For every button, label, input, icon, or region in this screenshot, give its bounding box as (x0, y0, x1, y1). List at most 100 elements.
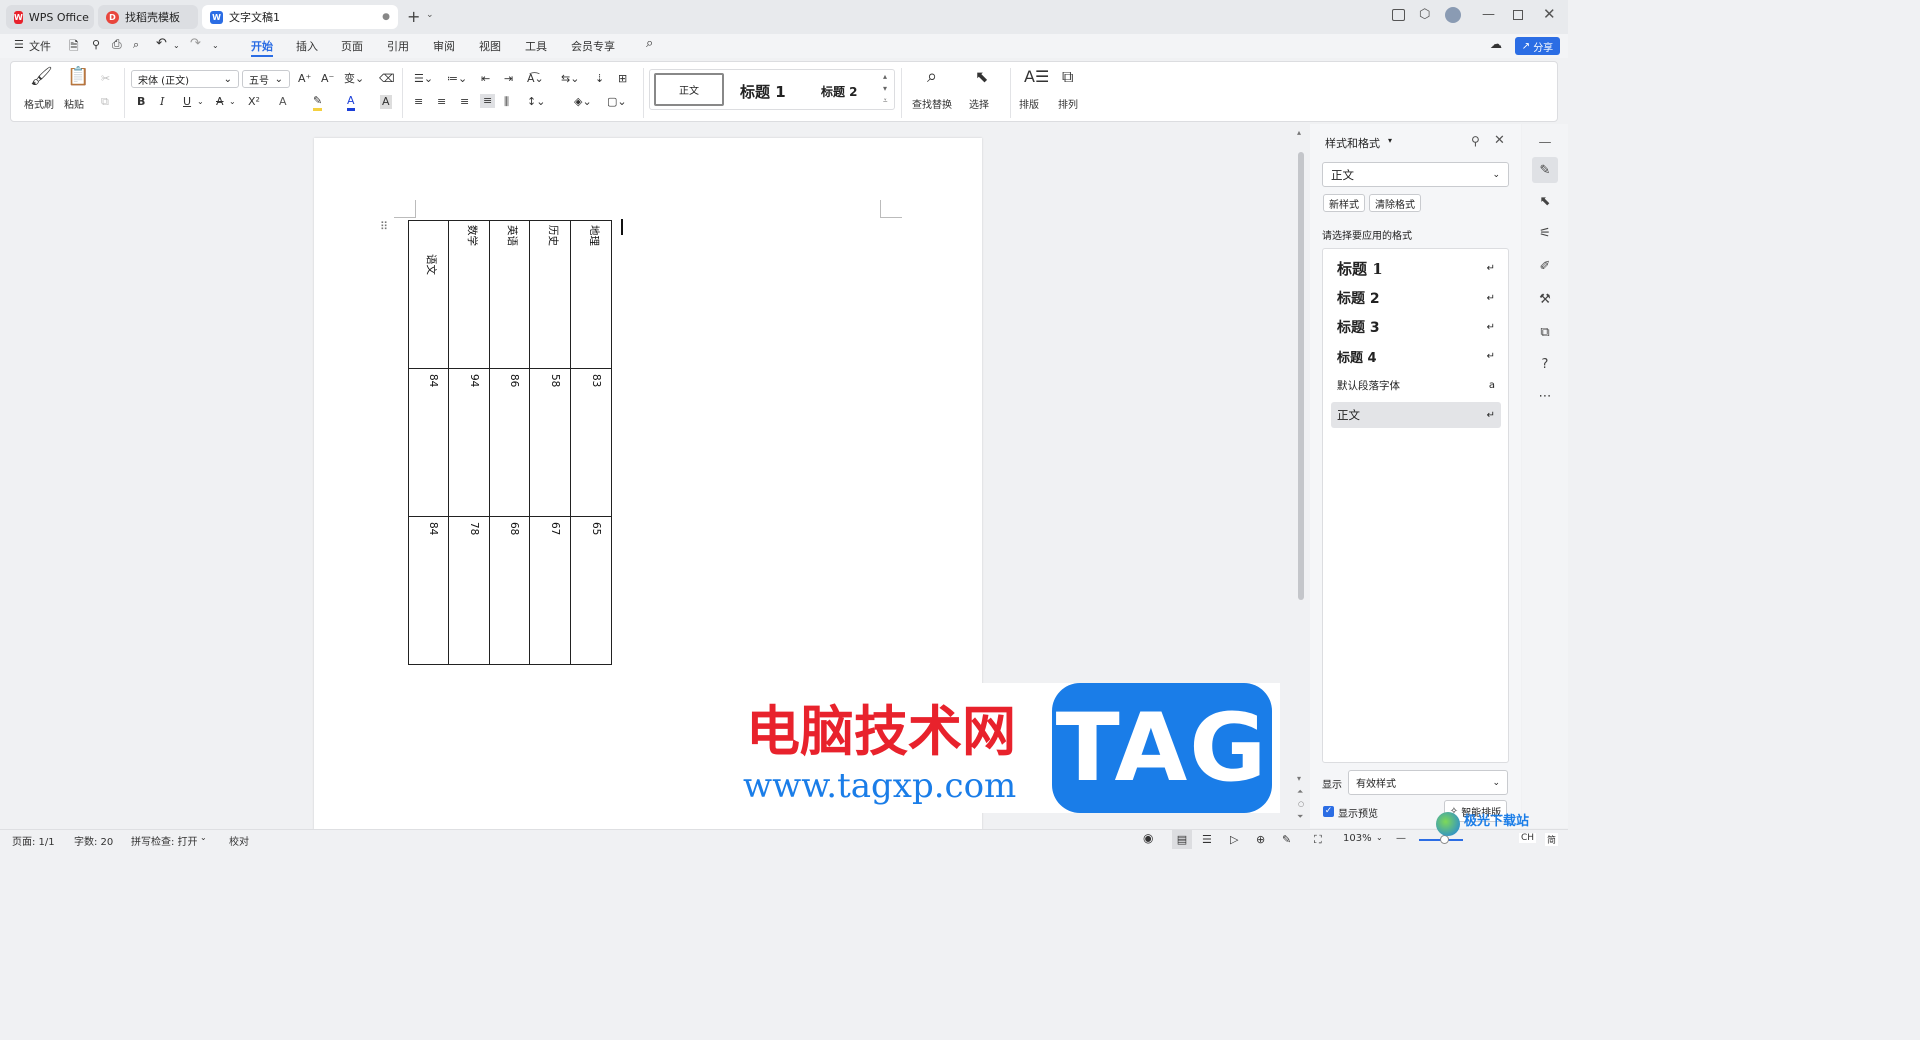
help-icon[interactable]: ? (1535, 354, 1555, 374)
arrange-button[interactable]: 排列 (1058, 96, 1078, 111)
table-header-cell[interactable]: 英语 (505, 225, 520, 246)
border-icon[interactable]: ▢⌄ (607, 95, 627, 109)
line-spacing-icon[interactable]: ↕⌄ (527, 95, 545, 109)
table-handle-icon[interactable]: ⠿ (380, 220, 388, 233)
style-item-heading-2[interactable]: 标题 2 ↵ (1331, 285, 1501, 311)
style-item-heading-3[interactable]: 标题 3 ↵ (1331, 314, 1501, 340)
copy-icon[interactable]: ⧉ (101, 95, 109, 109)
cube-icon[interactable]: ⬡ (1419, 7, 1430, 22)
print-preview-icon[interactable]: ⌕ (133, 38, 139, 52)
prev-page-icon[interactable]: ⏶ (1297, 787, 1303, 797)
preview-checkbox[interactable]: ✓ (1323, 806, 1334, 817)
find-icon[interactable]: ⌕ (927, 68, 937, 86)
table-cell[interactable]: 68 (508, 522, 520, 535)
tab-wps-office[interactable]: W WPS Office (6, 5, 94, 29)
arrange-icon[interactable]: ⧉ (1062, 69, 1073, 85)
tab-tools[interactable]: 工具 (525, 38, 547, 54)
scroll-up-icon[interactable]: ▴ (1297, 128, 1301, 137)
tab-template[interactable]: D 找稻壳模板 (98, 5, 198, 29)
cloud-icon[interactable]: ☁ (1490, 37, 1502, 51)
shading-icon[interactable]: ◈⌄ (574, 95, 592, 109)
chevron-down-icon[interactable]: ▾ (1388, 136, 1392, 145)
table-cell[interactable]: 58 (549, 374, 561, 387)
table-header-cell[interactable]: 数学 (465, 225, 480, 246)
edit-doc-icon[interactable]: ✐ (1535, 256, 1555, 276)
restore-icon[interactable] (1513, 10, 1523, 20)
underline-button[interactable]: U (183, 95, 191, 109)
page-indicator[interactable]: 页面: 1/1 (12, 833, 55, 848)
show-filter-select[interactable]: 有效样式 ⌄ (1348, 770, 1508, 795)
close-panel-icon[interactable]: ✕ (1494, 133, 1505, 148)
more-icon[interactable]: ⋯ (1535, 386, 1555, 406)
scroll-thumb[interactable] (1298, 152, 1304, 600)
char-shading-icon[interactable]: A (380, 95, 392, 109)
format-painter-button[interactable]: 格式刷 (24, 96, 54, 111)
more-dropdown-icon[interactable]: ⌄ (212, 41, 219, 50)
undo-icon[interactable]: ↶ (156, 36, 167, 51)
increase-indent-icon[interactable]: ⇥ (504, 72, 513, 86)
sort-az-icon[interactable]: ⇣ (595, 72, 604, 86)
minimize-icon[interactable]: — (1482, 7, 1495, 22)
italic-button[interactable]: I (160, 95, 164, 109)
show-marks-icon[interactable]: ⊞ (618, 72, 627, 86)
decrease-indent-icon[interactable]: ⇤ (481, 72, 490, 86)
file-menu[interactable]: 文件 (29, 38, 51, 54)
play-icon[interactable]: ▷ (1230, 833, 1238, 846)
align-left-icon[interactable]: ≡ (414, 95, 423, 109)
clear-format-icon[interactable]: ⌫ (379, 72, 395, 86)
new-tab-icon[interactable]: + (407, 7, 420, 26)
current-style-select[interactable]: 正文 ⌄ (1322, 162, 1509, 187)
table-header-cell[interactable]: 历史 (546, 225, 561, 246)
chevron-down-icon[interactable]: ⌄ (200, 833, 207, 842)
font-size-select[interactable]: 五号 ⌄ (242, 70, 290, 88)
web-view-icon[interactable]: ⊕ (1256, 833, 1265, 846)
tools-icon[interactable]: ⚒ (1535, 289, 1555, 309)
table-cell[interactable]: 94 (468, 374, 480, 387)
gallery-up-icon[interactable]: ▴ (883, 72, 887, 81)
paste-button[interactable]: 粘贴 (64, 96, 84, 111)
eye-protection-icon[interactable]: ◉ (1143, 831, 1153, 845)
bold-button[interactable]: B (137, 95, 145, 109)
superscript-button[interactable]: X² (248, 95, 260, 109)
grow-font-icon[interactable]: A⁺ (298, 72, 311, 86)
clear-format-button[interactable]: 清除格式 (1369, 194, 1421, 212)
format-painter-icon[interactable]: 🖌 (30, 68, 53, 86)
unsaved-dot-icon[interactable]: ● (382, 12, 390, 22)
style-normal[interactable]: 正文 (654, 73, 724, 106)
text-effect-icon[interactable]: A (279, 95, 287, 109)
table-cell[interactable]: 86 (508, 374, 520, 387)
next-page-icon[interactable]: ⏷ (1297, 812, 1303, 822)
zoom-level[interactable]: 103% (1343, 833, 1372, 844)
chevron-down-icon[interactable]: ⌄ (229, 95, 236, 109)
numbered-list-icon[interactable]: ≔⌄ (447, 72, 467, 86)
layout-button[interactable]: 排版 (1019, 96, 1039, 111)
chevron-down-icon[interactable]: ⌄ (197, 95, 204, 109)
cut-icon[interactable]: ✂ (101, 72, 110, 86)
avatar[interactable] (1445, 7, 1461, 23)
style-pen-icon[interactable]: ✎ (1532, 157, 1558, 183)
proofread-button[interactable]: 校对 (229, 833, 249, 848)
share-button[interactable]: ↗ 分享 (1515, 37, 1560, 55)
collapse-icon[interactable]: — (1535, 132, 1555, 152)
table-header-cell[interactable]: 语文 (424, 254, 439, 275)
select-button[interactable]: 选择 (969, 96, 989, 111)
spell-check-toggle[interactable]: 拼写检查: 打开 (131, 833, 198, 848)
tab-member[interactable]: 会员专享 (571, 38, 615, 54)
search-icon[interactable]: ⌕ (646, 36, 653, 51)
style-item-default-font[interactable]: 默认段落字体 a (1331, 372, 1501, 398)
table-cell[interactable]: 84 (427, 522, 439, 535)
phonetic-icon[interactable]: 变⌄ (344, 72, 364, 86)
select-cursor-icon[interactable]: ⬉ (975, 69, 988, 85)
vertical-scrollbar[interactable]: ▴ ▾ ⏶ ○ ⏷ (1296, 128, 1306, 828)
shrink-font-icon[interactable]: A⁻ (321, 72, 334, 86)
tab-review[interactable]: 审阅 (433, 38, 455, 54)
grade-table[interactable]: 语文 数学 英语 历史 地理 84 94 86 58 83 84 78 68 6… (408, 220, 612, 665)
style-heading-2[interactable]: 标题 2 (821, 83, 858, 100)
chevron-down-icon[interactable]: ⌄ (1376, 833, 1383, 842)
tab-document[interactable]: W 文字文稿1 ● (202, 5, 398, 29)
style-item-heading-4[interactable]: 标题 4 ↵ (1331, 343, 1501, 369)
tab-insert[interactable]: 插入 (296, 38, 318, 54)
scroll-down-icon[interactable]: ▾ (1297, 774, 1301, 783)
bullet-list-icon[interactable]: ☰⌄ (414, 72, 433, 86)
panel-title[interactable]: 样式和格式 (1325, 135, 1380, 151)
